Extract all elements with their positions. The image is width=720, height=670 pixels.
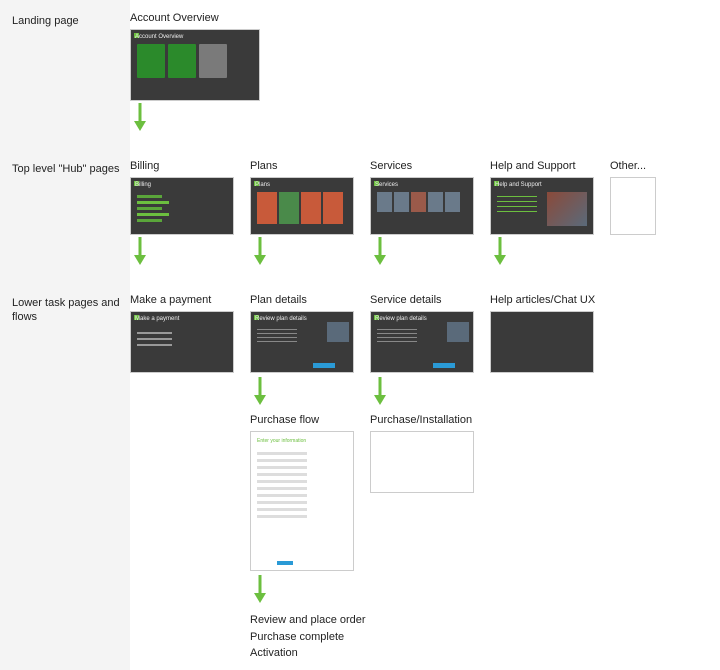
arrow-down-icon: [370, 377, 390, 405]
arrow-down-icon: [130, 103, 150, 131]
task-help-articles-title: Help articles/Chat UX: [490, 294, 602, 306]
landing-title: Account Overview: [130, 12, 720, 24]
thumb-billing: Billing: [130, 177, 234, 235]
thumb-other: [610, 177, 656, 235]
row-label-landing: Landing page: [0, 0, 130, 148]
thumb-help-articles: [490, 311, 594, 373]
hub-billing-title: Billing: [130, 160, 242, 172]
thumb-plan-details: Review plan details: [250, 311, 354, 373]
arrow-down-icon: [130, 237, 150, 265]
hub-plans-title: Plans: [250, 160, 362, 172]
arrow-down-icon: [250, 575, 270, 603]
arrow-down-icon: [370, 237, 390, 265]
task-purchase-flow-title: Purchase flow: [250, 414, 362, 426]
task-plan-details-title: Plan details: [250, 294, 362, 306]
thumb-account-overview: Account Overview: [130, 29, 260, 101]
hub-services-title: Services: [370, 160, 482, 172]
thumb-services: Services: [370, 177, 474, 235]
sub-review-order: Review and place order: [250, 612, 482, 629]
hub-help-title: Help and Support: [490, 160, 602, 172]
arrow-down-icon: [250, 237, 270, 265]
thumb-purchase-install: [370, 431, 474, 493]
thumb-payment: Make a payment: [130, 311, 234, 373]
thumb-service-details: Review plan details: [370, 311, 474, 373]
thumb-plans: Plans: [250, 177, 354, 235]
task-payment-title: Make a payment: [130, 294, 242, 306]
row-label-task: Lower task pages and flows: [0, 282, 130, 670]
thumb-purchase-flow: Enter your information: [250, 431, 354, 571]
sub-activation: Activation: [250, 645, 482, 662]
thumb-help: Help and Support: [490, 177, 594, 235]
arrow-down-icon: [490, 237, 510, 265]
hub-other-title: Other...: [610, 160, 656, 172]
thumb-header-text: Account Overview: [135, 34, 183, 40]
arrow-down-icon: [250, 377, 270, 405]
task-purchase-install-title: Purchase/Installation: [370, 414, 482, 426]
task-svc-details-title: Service details: [370, 294, 482, 306]
sub-purchase-complete: Purchase complete: [250, 629, 482, 646]
row-label-hub: Top level "Hub" pages: [0, 148, 130, 282]
